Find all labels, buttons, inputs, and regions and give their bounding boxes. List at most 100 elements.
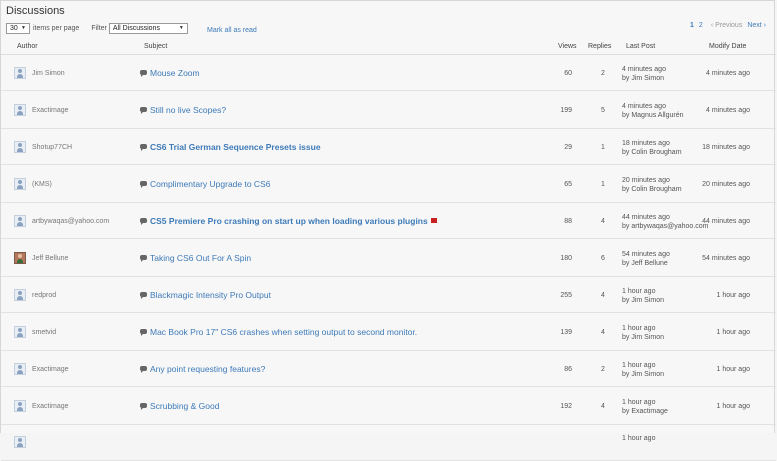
views-count: 192 xyxy=(560,403,572,410)
last-post: 44 minutes ago by artbywaqas@yahoo.com xyxy=(622,213,708,231)
last-post: 1 hour ago by Exactimage xyxy=(622,398,668,416)
flag-icon xyxy=(430,218,437,223)
author-link[interactable]: Exactimage xyxy=(32,366,69,373)
last-post-time[interactable]: 44 minutes ago xyxy=(622,213,708,222)
author-link[interactable]: Jim Simon xyxy=(32,70,65,77)
col-last-post[interactable]: Last Post xyxy=(626,43,655,50)
modify-date: 44 minutes ago xyxy=(702,218,750,225)
col-modify-date[interactable]: Modify Date xyxy=(709,43,746,50)
subject-link[interactable]: Mouse Zoom xyxy=(150,68,200,78)
last-post-author[interactable]: by Colin Brougham xyxy=(622,185,682,194)
page-2-link[interactable]: 2 xyxy=(699,22,703,29)
subject-link[interactable]: Blackmagic Intensity Pro Output xyxy=(150,290,271,300)
last-post-time[interactable]: 1 hour ago xyxy=(622,434,655,443)
author-link[interactable]: smetvid xyxy=(32,329,56,336)
last-post-time[interactable]: 54 minutes ago xyxy=(622,250,670,259)
subject-link[interactable]: Complimentary Upgrade to CS6 xyxy=(150,179,270,189)
discussions-panel: Discussions 30 ▼ items per page Filter A… xyxy=(0,0,776,461)
table-row: Exactimage Still no live Scopes? 199 5 4… xyxy=(1,91,776,129)
last-post-time[interactable]: 4 minutes ago xyxy=(622,65,666,74)
avatar[interactable] xyxy=(14,252,26,264)
subject-link[interactable]: Scrubbing & Good xyxy=(150,401,219,411)
subject-link[interactable]: Any point requesting features? xyxy=(150,364,265,374)
avatar[interactable] xyxy=(14,363,26,375)
author-link[interactable]: artbywaqas@yahoo.com xyxy=(32,218,109,225)
last-post-author[interactable]: by Exactimage xyxy=(622,407,668,416)
col-views[interactable]: Views xyxy=(558,43,577,50)
author-link[interactable]: Exactimage xyxy=(32,403,69,410)
avatar[interactable] xyxy=(14,289,26,301)
col-subject[interactable]: Subject xyxy=(144,43,167,50)
discussion-icon xyxy=(140,403,147,410)
subject-link[interactable]: CS5 Premiere Pro crashing on start up wh… xyxy=(150,216,428,226)
table-row: Exactimage Scrubbing & Good 192 4 1 hour… xyxy=(1,387,776,425)
views-count: 180 xyxy=(560,255,572,262)
views-count: 199 xyxy=(560,107,572,114)
last-post-time[interactable]: 1 hour ago xyxy=(622,287,664,296)
author-link[interactable]: Exactimage xyxy=(32,107,69,114)
last-post-author[interactable]: by Jeff Bellune xyxy=(622,259,670,268)
avatar[interactable] xyxy=(14,178,26,190)
discussion-icon xyxy=(140,292,147,299)
modify-date: 54 minutes ago xyxy=(702,255,750,262)
replies-count: 6 xyxy=(601,255,605,262)
previous-link[interactable]: ‹ Previous xyxy=(711,22,743,29)
col-author[interactable]: Author xyxy=(17,43,38,50)
last-post-time[interactable]: 18 minutes ago xyxy=(622,139,682,148)
subject-link[interactable]: Taking CS6 Out For A Spin xyxy=(150,253,251,263)
views-count: 139 xyxy=(560,329,572,336)
subject-link[interactable]: CS6 Trial German Sequence Presets issue xyxy=(150,142,321,152)
last-post-time[interactable]: 1 hour ago xyxy=(622,398,668,407)
last-post-time[interactable]: 1 hour ago xyxy=(622,324,664,333)
subject-link[interactable]: Still no live Scopes? xyxy=(150,105,226,115)
filter-value: All Discussions xyxy=(112,25,160,32)
last-post-author[interactable]: by Jim Simon xyxy=(622,370,664,379)
last-post: 1 hour ago by Jim Simon xyxy=(622,287,664,305)
filter-label: Filter xyxy=(91,25,107,32)
views-count: 255 xyxy=(560,292,572,299)
author-link[interactable]: Jeff Bellune xyxy=(32,255,68,262)
last-post-time[interactable]: 20 minutes ago xyxy=(622,176,682,185)
last-post-author[interactable]: by Jim Simon xyxy=(622,74,666,83)
items-per-page-select[interactable]: 30 ▼ xyxy=(6,23,30,34)
avatar[interactable] xyxy=(14,215,26,227)
avatar[interactable] xyxy=(14,326,26,338)
items-per-page-label: items per page xyxy=(33,25,80,32)
avatar[interactable] xyxy=(14,436,26,448)
table-row: artbywaqas@yahoo.com CS5 Premiere Pro cr… xyxy=(1,203,776,239)
author-link[interactable]: (KMS) xyxy=(32,181,52,188)
modify-date: 4 minutes ago xyxy=(706,70,750,77)
avatar[interactable] xyxy=(14,67,26,79)
author-link[interactable]: Shotup77CH xyxy=(32,144,72,151)
last-post: 18 minutes ago by Colin Brougham xyxy=(622,139,682,157)
table-row: Shotup77CH CS6 Trial German Sequence Pre… xyxy=(1,129,776,165)
avatar[interactable] xyxy=(14,400,26,412)
avatar[interactable] xyxy=(14,104,26,116)
modify-date: 18 minutes ago xyxy=(702,144,750,151)
avatar[interactable] xyxy=(14,141,26,153)
subject-link[interactable]: Mac Book Pro 17" CS6 crashes when settin… xyxy=(150,327,417,337)
replies-count: 2 xyxy=(601,366,605,373)
last-post-time[interactable]: 1 hour ago xyxy=(622,361,664,370)
last-post-author[interactable]: by Jim Simon xyxy=(622,296,664,305)
last-post-author[interactable]: by Magnus Allgurén xyxy=(622,111,683,120)
col-replies[interactable]: Replies xyxy=(588,43,611,50)
discussion-icon xyxy=(140,366,147,373)
modify-date: 1 hour ago xyxy=(716,329,750,336)
pagination: 1 2 ‹ Previous Next › xyxy=(690,22,766,29)
next-link[interactable]: Next › xyxy=(747,22,766,29)
last-post-author[interactable]: by artbywaqas@yahoo.com xyxy=(622,222,708,231)
author-link[interactable]: redprod xyxy=(32,292,56,299)
modify-date: 1 hour ago xyxy=(716,366,750,373)
views-count: 86 xyxy=(564,366,572,373)
views-count: 29 xyxy=(564,144,572,151)
page-1-link[interactable]: 1 xyxy=(690,22,694,29)
views-count: 65 xyxy=(564,181,572,188)
filter-select[interactable]: All Discussions ▼ xyxy=(108,23,188,34)
last-post-author[interactable]: by Colin Brougham xyxy=(622,148,682,157)
last-post-author[interactable]: by Jim Simon xyxy=(622,333,664,342)
page-title: Discussions xyxy=(6,5,65,17)
last-post-time[interactable]: 4 minutes ago xyxy=(622,102,683,111)
mark-all-read-link[interactable]: Mark all as read xyxy=(207,27,257,34)
discussion-icon xyxy=(140,70,147,77)
